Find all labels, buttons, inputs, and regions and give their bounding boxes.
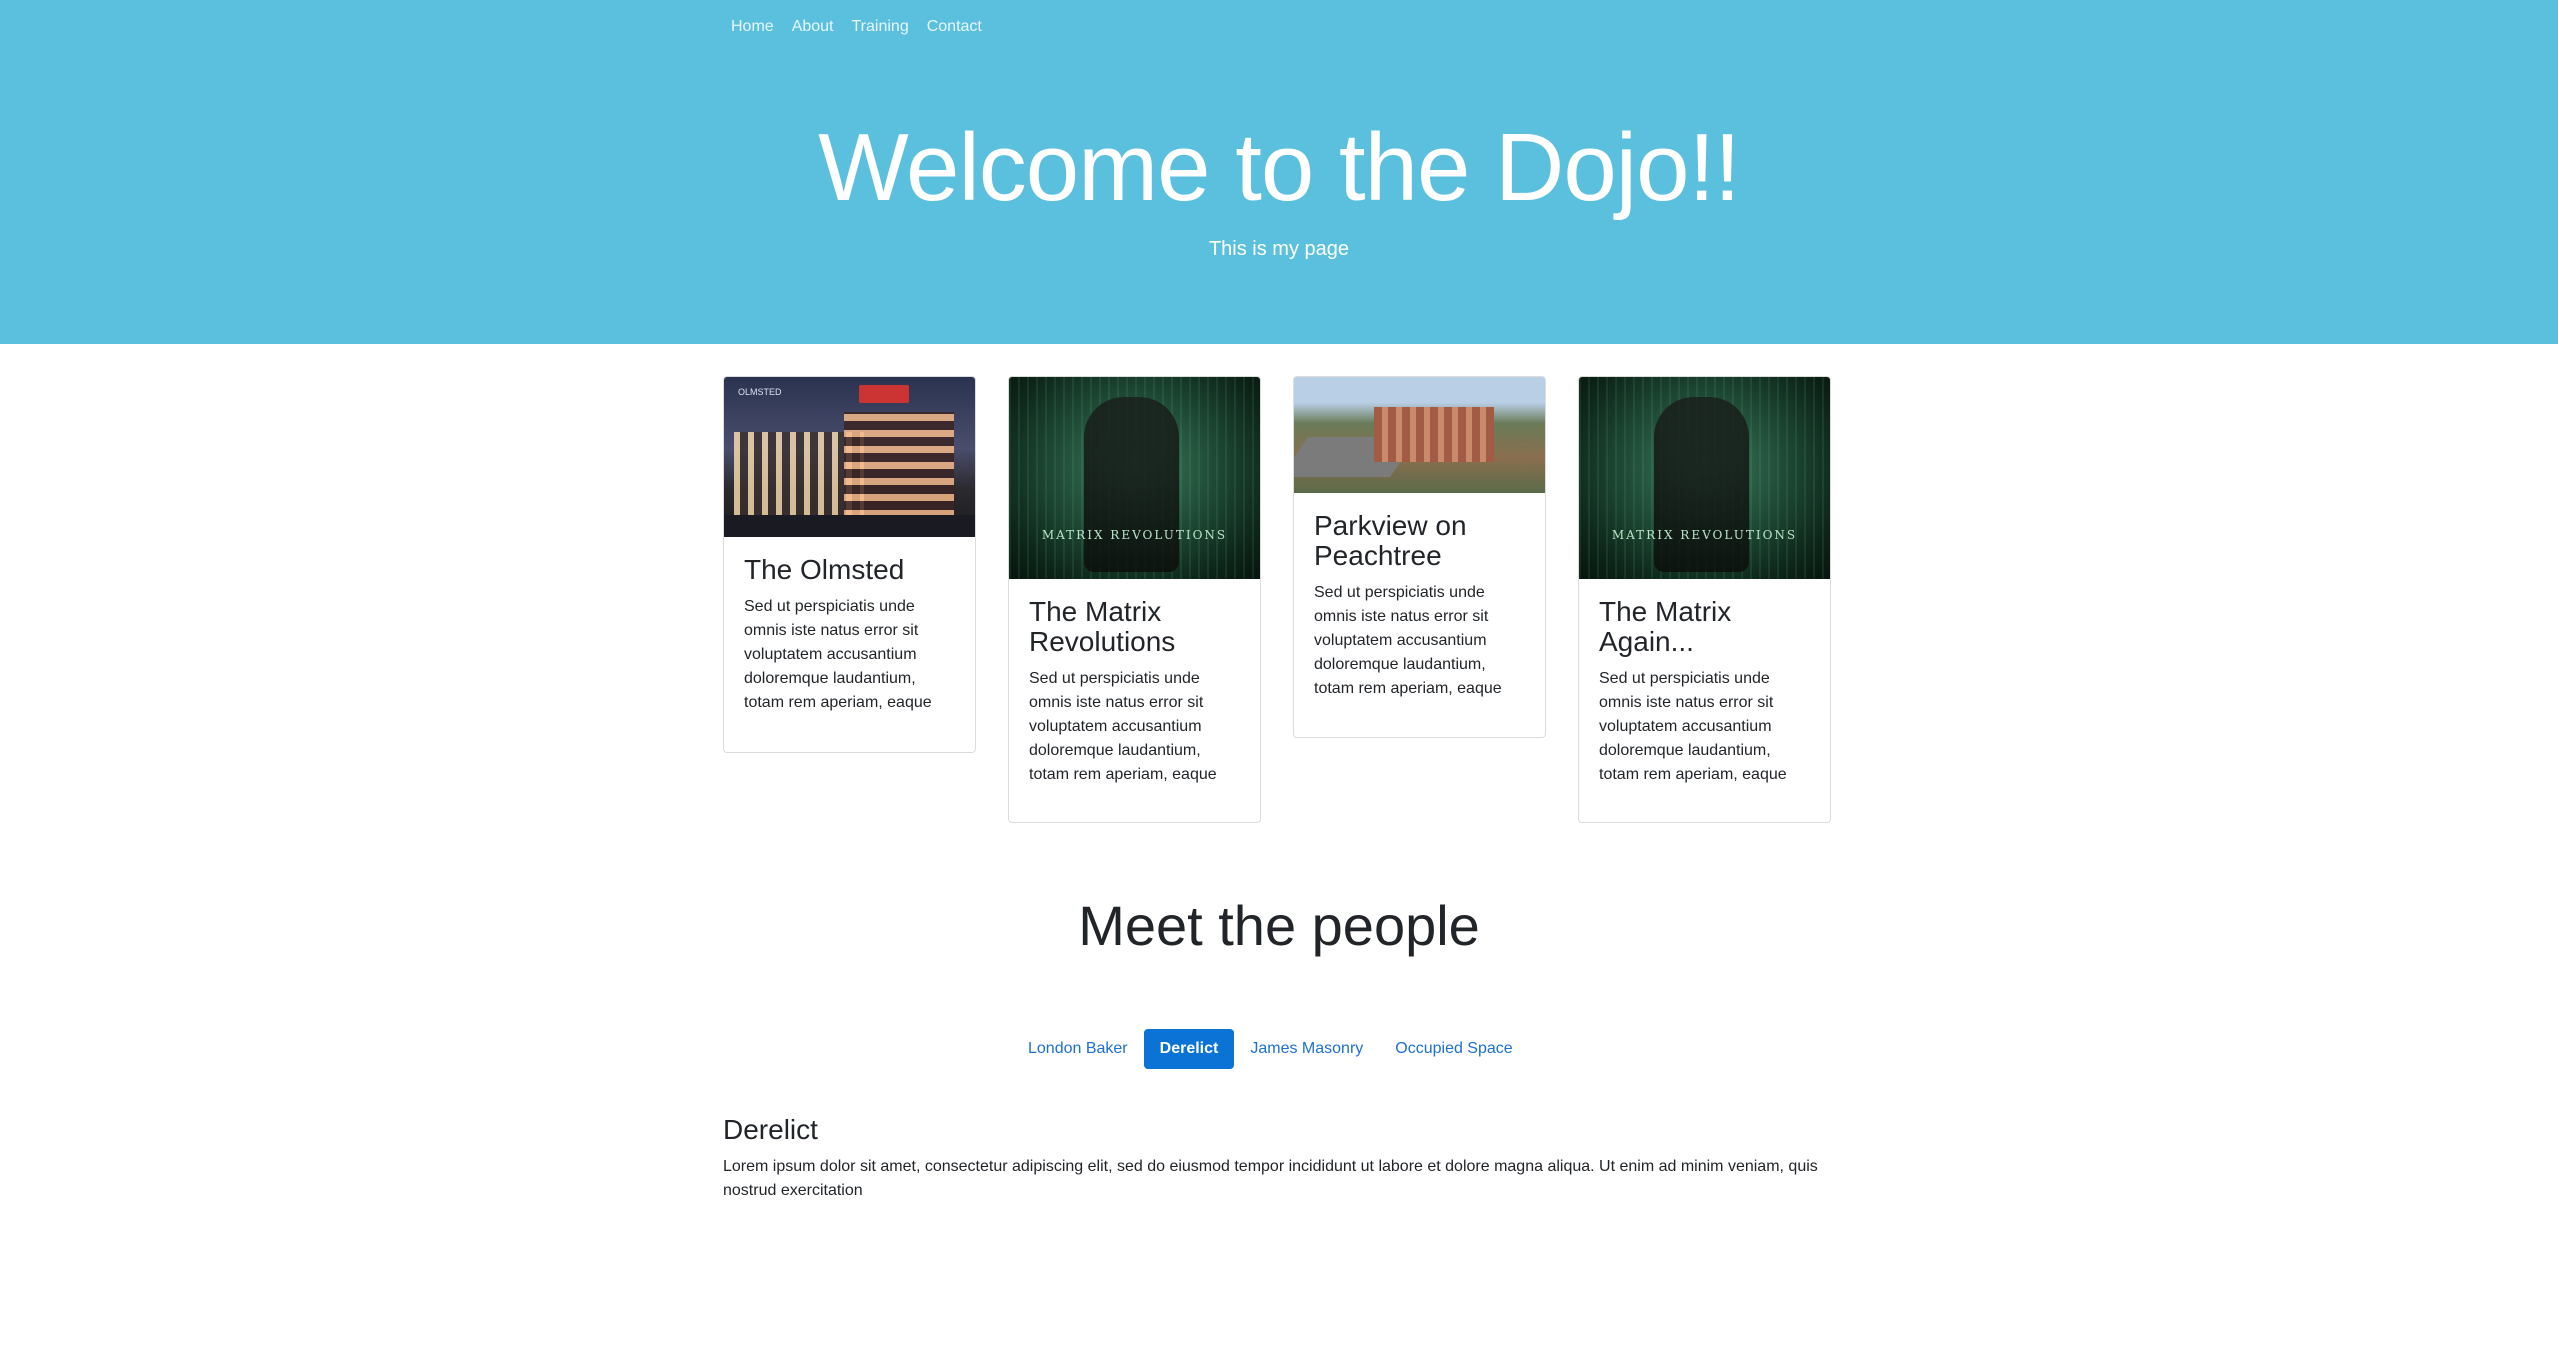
card-matrix-revolutions[interactable]: MATRIX REVOLUTIONS The Matrix Revolution… <box>1008 376 1261 823</box>
card-matrix-again[interactable]: MATRIX REVOLUTIONS The Matrix Again... S… <box>1578 376 1831 823</box>
card-body: The Olmsted Sed ut perspiciatis unde omn… <box>724 537 975 715</box>
poster-text: MATRIX REVOLUTIONS <box>1041 528 1228 542</box>
tab-james-masonry[interactable]: James Masonry <box>1234 1029 1379 1069</box>
poster-text: MATRIX REVOLUTIONS <box>1611 528 1798 542</box>
sign-shape <box>859 385 909 403</box>
hero-title: Welcome to the Dojo!! <box>818 114 1741 221</box>
hero-subtitle: This is my page <box>1208 238 1350 260</box>
nav-training-link[interactable]: Training <box>852 18 909 36</box>
card-body: Parkview on Peachtree Sed ut perspiciati… <box>1294 493 1545 701</box>
figure-shape <box>1084 397 1179 572</box>
card-image-matrix: MATRIX REVOLUTIONS <box>1579 377 1830 579</box>
card-text: Sed ut perspiciatis unde omnis iste natu… <box>1029 670 1217 783</box>
card-title: The Matrix Revolutions <box>1029 596 1176 657</box>
people-section-title: Meet the people <box>1078 894 1480 957</box>
card-text: Sed ut perspiciatis unde omnis iste natu… <box>744 598 932 711</box>
card-body: The Matrix Again... Sed ut perspiciatis … <box>1579 579 1830 787</box>
building-shape <box>1374 407 1494 462</box>
tab-london-baker[interactable]: London Baker <box>1012 1029 1144 1069</box>
card-text: Sed ut perspiciatis unde omnis iste natu… <box>1314 584 1502 697</box>
figure-shape <box>1654 397 1749 572</box>
top-nav: Home About Training Contact <box>731 18 982 36</box>
card-image-parkview <box>1294 377 1545 493</box>
people-tabs: London Baker Derelict James Masonry Occu… <box>1012 1029 1529 1069</box>
nav-about-link[interactable]: About <box>792 18 834 36</box>
nav-home-link[interactable]: Home <box>731 18 774 36</box>
panel-text: Lorem ipsum dolor sit amet, consectetur … <box>723 1158 1818 1199</box>
card-image-olmsted: OLMSTED <box>724 377 975 537</box>
card-title: The Matrix Again... <box>1599 596 1732 657</box>
building-shape <box>844 412 954 517</box>
card-image-matrix: MATRIX REVOLUTIONS <box>1009 377 1260 579</box>
card-title: Parkview on Peachtree <box>1314 510 1467 571</box>
tab-occupied-space[interactable]: Occupied Space <box>1379 1029 1528 1069</box>
card-text: Sed ut perspiciatis unde omnis iste natu… <box>1599 670 1787 783</box>
hero-banner: Home About Training Contact Welcome to t… <box>0 0 2558 344</box>
panel-title: Derelict <box>723 1114 818 1145</box>
olmsted-logo: OLMSTED <box>738 387 782 397</box>
card-olmsted[interactable]: OLMSTED The Olmsted Sed ut perspiciatis … <box>723 376 976 753</box>
nav-contact-link[interactable]: Contact <box>927 18 982 36</box>
card-body: The Matrix Revolutions Sed ut perspiciat… <box>1009 579 1260 787</box>
card-parkview[interactable]: Parkview on Peachtree Sed ut perspiciati… <box>1293 376 1546 738</box>
tab-derelict[interactable]: Derelict <box>1143 1029 1235 1069</box>
card-title: The Olmsted <box>744 554 905 585</box>
ground-shape <box>724 515 975 537</box>
